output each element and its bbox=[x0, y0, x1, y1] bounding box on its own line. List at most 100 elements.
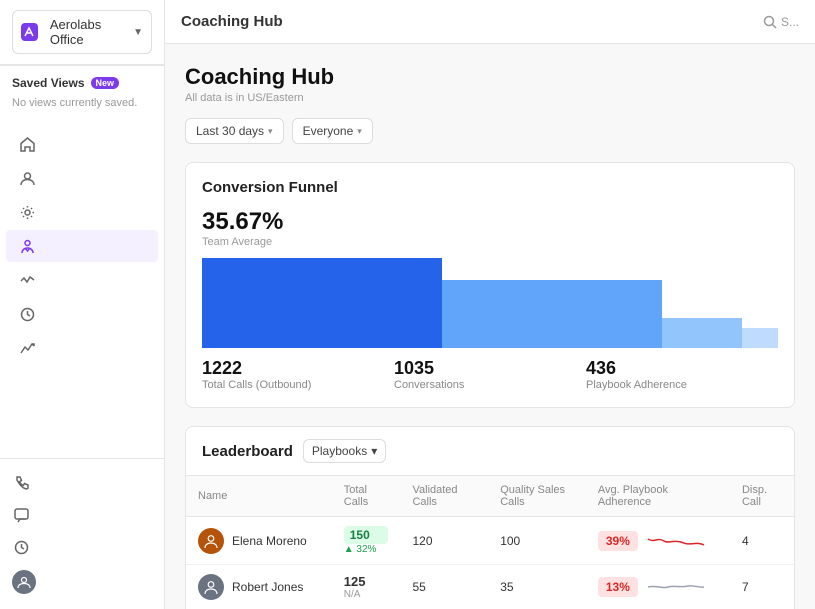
sidebar-item-settings[interactable] bbox=[6, 196, 158, 228]
table-header-row: Name Total Calls Validated Calls Quality… bbox=[186, 476, 794, 517]
cell-validated-0: 120 bbox=[400, 517, 488, 565]
sidebar-item-history[interactable] bbox=[6, 298, 158, 330]
cell-adherence-1: 13% bbox=[586, 565, 730, 609]
leaderboard-section: Leaderboard Playbooks ▾ Name Total Calls… bbox=[185, 426, 795, 609]
saved-views-title: Saved Views bbox=[12, 76, 85, 90]
cell-adherence-0: 39% bbox=[586, 517, 730, 565]
cell-validated-1: 55 bbox=[400, 565, 488, 609]
col-total-calls: Total Calls bbox=[332, 476, 401, 517]
page-header: Coaching Hub All data is in US/Eastern bbox=[185, 64, 795, 104]
col-quality-sales: Quality Sales Calls bbox=[488, 476, 586, 517]
funnel-bar-conversations bbox=[442, 280, 662, 348]
date-range-label: Last 30 days bbox=[196, 124, 264, 138]
date-range-arrow: ▾ bbox=[268, 126, 273, 137]
calls-cell-1: 125 N/A bbox=[344, 574, 389, 600]
page-subtitle: All data is in US/Eastern bbox=[185, 92, 795, 104]
person-name-0: Elena Moreno bbox=[232, 534, 307, 548]
calls-change-1: N/A bbox=[344, 589, 389, 600]
phone-nav-item[interactable] bbox=[0, 467, 164, 499]
table-row: Elena Moreno 150 ▲ 32% 120 100 39% 4 bbox=[186, 517, 794, 565]
calls-value-0: 150 bbox=[344, 526, 389, 544]
search-button[interactable]: S... bbox=[763, 15, 799, 29]
sidebar-item-activity[interactable] bbox=[6, 264, 158, 296]
cell-disp-0: 4 bbox=[730, 517, 794, 565]
funnel-percentage: 35.67% bbox=[202, 208, 778, 236]
avatar bbox=[12, 570, 36, 594]
col-disp-calls: Disp. Call bbox=[730, 476, 794, 517]
history-icon bbox=[18, 305, 36, 323]
cell-name-1: Robert Jones bbox=[186, 565, 332, 609]
chevron-down-icon: ▼ bbox=[133, 27, 143, 38]
sidebar: Aerolabs Office ▼ Saved Views New No vie… bbox=[0, 0, 165, 609]
funnel-bars bbox=[202, 258, 778, 348]
cell-quality-1: 35 bbox=[488, 565, 586, 609]
metric-value-2: 436 bbox=[586, 358, 778, 379]
metric-name-1: Conversations bbox=[394, 379, 586, 391]
sidebar-item-users[interactable] bbox=[6, 162, 158, 194]
disp-value-0: 4 bbox=[742, 534, 749, 548]
col-validated-calls: Validated Calls bbox=[400, 476, 488, 517]
calls-change-0: ▲ 32% bbox=[344, 544, 389, 555]
funnel-metric-1: 1035 Conversations bbox=[394, 358, 586, 391]
funnel-section: Conversion Funnel 35.67% Team Average 12… bbox=[185, 162, 795, 408]
funnel-team-average-label: Team Average bbox=[202, 236, 778, 248]
clock-nav-item[interactable] bbox=[0, 531, 164, 563]
no-views-text: No views currently saved. bbox=[12, 97, 137, 109]
sidebar-item-coaching[interactable] bbox=[6, 230, 158, 262]
cell-disp-1: 7 bbox=[730, 565, 794, 609]
sidebar-bottom bbox=[0, 458, 164, 609]
funnel-stat: 35.67% Team Average bbox=[202, 208, 778, 248]
adherence-badge-1: 13% bbox=[598, 577, 638, 597]
sparkline-0 bbox=[646, 529, 706, 553]
filters-bar: Last 30 days ▾ Everyone ▾ bbox=[185, 118, 795, 144]
adherence-cell-0: 39% bbox=[598, 529, 718, 553]
user-avatar-nav[interactable] bbox=[0, 563, 164, 601]
table-row: Robert Jones 125 N/A 55 35 13% 7 bbox=[186, 565, 794, 609]
clock-icon bbox=[12, 538, 30, 556]
disp-value-1: 7 bbox=[742, 580, 749, 594]
quality-value-1: 35 bbox=[500, 580, 513, 594]
validated-value-1: 55 bbox=[412, 580, 425, 594]
cell-total-calls-1: 125 N/A bbox=[332, 565, 401, 609]
metric-value-1: 1035 bbox=[394, 358, 586, 379]
gear-icon bbox=[18, 203, 36, 221]
new-badge: New bbox=[91, 77, 120, 89]
cell-quality-0: 100 bbox=[488, 517, 586, 565]
search-label: S... bbox=[781, 15, 799, 29]
sparkline-1 bbox=[646, 575, 706, 599]
funnel-bar-total-calls bbox=[202, 258, 442, 348]
playbooks-arrow: ▾ bbox=[371, 444, 377, 458]
assignee-arrow: ▾ bbox=[357, 126, 362, 137]
funnel-metrics: 1222 Total Calls (Outbound) 1035 Convers… bbox=[202, 358, 778, 391]
funnel-metric-0: 1222 Total Calls (Outbound) bbox=[202, 358, 394, 391]
activity-icon bbox=[18, 271, 36, 289]
main-content: Coaching Hub S... Coaching Hub All data … bbox=[165, 0, 815, 609]
home-icon bbox=[18, 135, 36, 153]
assignee-label: Everyone bbox=[303, 124, 354, 138]
phone-icon bbox=[12, 474, 30, 492]
assignee-filter[interactable]: Everyone ▾ bbox=[292, 118, 373, 144]
sidebar-nav bbox=[0, 119, 164, 458]
funnel-title: Conversion Funnel bbox=[202, 179, 778, 196]
metric-value-0: 1222 bbox=[202, 358, 394, 379]
name-cell-0: Elena Moreno bbox=[198, 528, 320, 554]
leaderboard-header: Leaderboard Playbooks ▾ bbox=[186, 427, 794, 476]
chat-icon bbox=[12, 506, 30, 524]
adherence-badge-0: 39% bbox=[598, 531, 638, 551]
sidebar-item-home[interactable] bbox=[6, 128, 158, 160]
col-name: Name bbox=[186, 476, 332, 517]
validated-value-0: 120 bbox=[412, 534, 432, 548]
trends-icon bbox=[18, 339, 36, 357]
chat-nav-item[interactable] bbox=[0, 499, 164, 531]
workspace-selector[interactable]: Aerolabs Office ▼ bbox=[12, 10, 152, 54]
sidebar-header: Aerolabs Office ▼ bbox=[0, 0, 164, 65]
funnel-bar-extra bbox=[742, 328, 778, 348]
user-icon bbox=[18, 169, 36, 187]
funnel-metric-2: 436 Playbook Adherence bbox=[586, 358, 778, 391]
person-name-1: Robert Jones bbox=[232, 580, 303, 594]
playbooks-filter[interactable]: Playbooks ▾ bbox=[303, 439, 386, 463]
sidebar-item-trends[interactable] bbox=[6, 332, 158, 364]
date-range-filter[interactable]: Last 30 days ▾ bbox=[185, 118, 284, 144]
workspace-name: Aerolabs Office bbox=[50, 17, 133, 47]
name-cell-1: Robert Jones bbox=[198, 574, 320, 600]
